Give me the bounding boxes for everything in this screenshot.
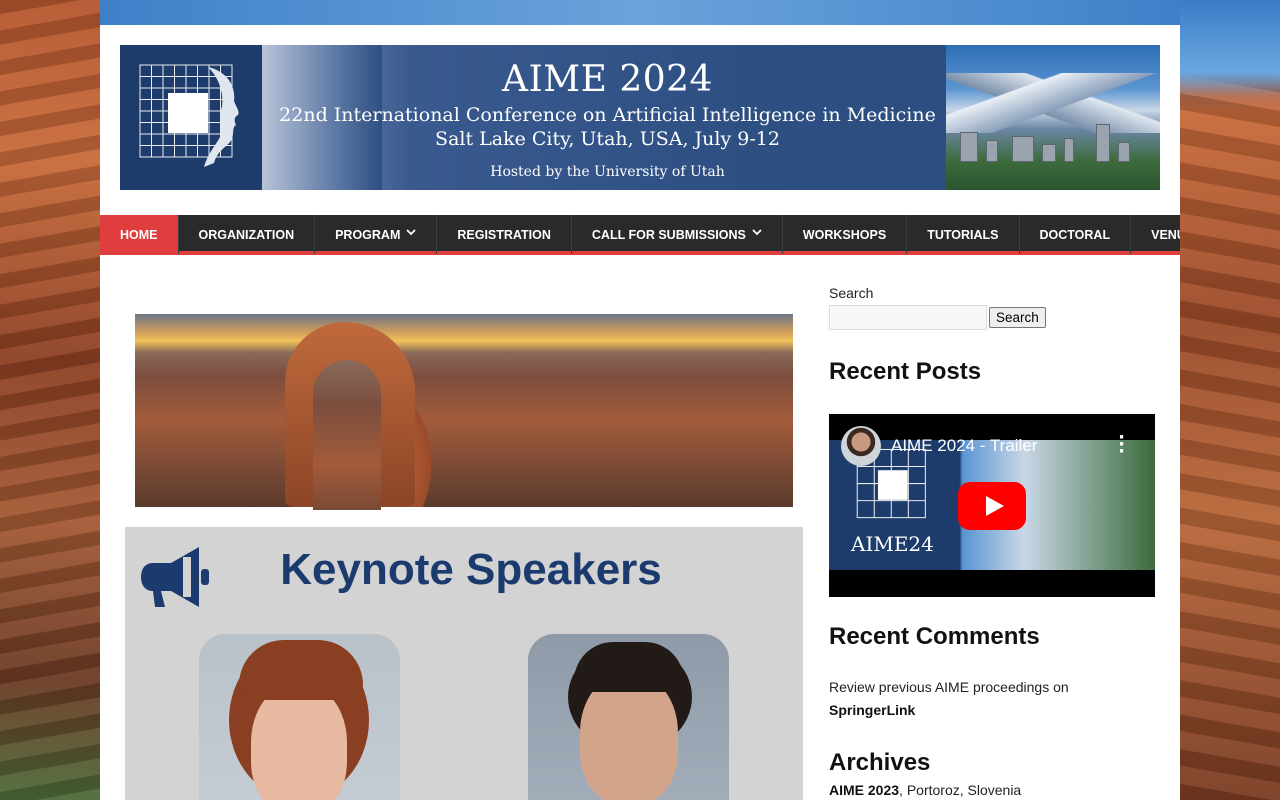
search-label: Search — [829, 285, 874, 301]
nav-item-label: CALL FOR SUBMISSIONS — [591, 227, 746, 242]
comment-text: Review previous AIME proceedings on — [829, 679, 1069, 695]
more-options-icon[interactable]: · · · — [1118, 429, 1125, 461]
nav-item-home[interactable]: HOME — [100, 215, 179, 254]
archive-item: AIME 2023, Portoroz, Slovenia — [829, 779, 1155, 800]
banner-host: Hosted by the University of Utah — [490, 164, 725, 180]
speaker-photo[interactable] — [199, 634, 400, 800]
nav-item-label: HOME — [120, 227, 158, 242]
nav-item-call-for-submissions[interactable]: CALL FOR SUBMISSIONS — [572, 215, 783, 254]
background-canyon-right — [1180, 0, 1280, 800]
youtube-video-embed[interactable]: AIME24 AIME 2024 - Trailer · · · — [829, 414, 1155, 597]
nav-item-workshops[interactable]: WORKSHOPS — [783, 215, 908, 254]
main-navigation: HOME ORGANIZATION PROGRAM REGISTRATION CALL … — [100, 215, 1180, 255]
search-input[interactable] — [829, 305, 987, 330]
nav-item-venue[interactable]: VENUE — [1131, 215, 1180, 254]
recent-comment: Review previous AIME proceedings on Spri… — [829, 676, 1155, 722]
nav-item-label: WORKSHOPS — [802, 227, 887, 242]
sidebar: Search Search Recent Posts AIME24 AIME 2… — [829, 285, 1155, 798]
nav-item-registration[interactable]: REGISTRATION — [437, 215, 572, 254]
nav-item-label: TUTORIALS — [927, 227, 999, 242]
nav-item-program[interactable]: PROGRAM — [315, 215, 438, 254]
chevron-down-icon — [752, 228, 762, 239]
banner-title: AIME 2024 — [502, 59, 713, 100]
salt-lake-city-photo — [946, 45, 1160, 190]
video-title[interactable]: AIME 2024 - Trailer — [891, 436, 1037, 456]
banner-subtitle: 22nd International Conference on Artific… — [279, 104, 936, 126]
keynote-speakers-section: Keynote Speakers — [125, 527, 803, 800]
chevron-down-icon — [406, 228, 417, 239]
channel-avatar[interactable] — [841, 426, 881, 466]
grid-face-icon — [139, 64, 239, 167]
recent-posts-title: Recent Posts — [829, 358, 982, 385]
archives-title: Archives — [829, 749, 931, 776]
video-thumb-label: AIME24 — [851, 532, 934, 556]
archive-link-aime-2023[interactable]: AIME 2023 — [829, 782, 899, 798]
nav-item-label: VENUE — [1151, 227, 1180, 242]
recent-comments-title: Recent Comments — [829, 623, 1040, 650]
speaker-photo[interactable] — [528, 634, 729, 800]
delicate-arch-image — [135, 314, 793, 510]
banner-text: AIME 2024 22nd International Conference … — [270, 45, 945, 190]
nav-item-organization[interactable]: ORGANIZATION — [179, 215, 316, 254]
play-button-icon[interactable] — [958, 482, 1026, 530]
nav-item-doctoral[interactable]: DOCTORAL — [1020, 215, 1132, 254]
page-container: AIME 2024 22nd International Conference … — [100, 25, 1180, 800]
nav-item-label: REGISTRATION — [457, 227, 551, 242]
background-sky — [100, 0, 1180, 25]
search-button[interactable]: Search — [989, 307, 1046, 328]
nav-item-label: ORGANIZATION — [198, 227, 295, 242]
nav-item-label: DOCTORAL — [1039, 227, 1111, 242]
keynote-title: Keynote Speakers — [280, 545, 662, 594]
archive-location: , Portoroz, Slovenia — [899, 782, 1022, 798]
banner-location: Salt Lake City, Utah, USA, July 9-12 — [435, 128, 780, 150]
header-banner[interactable]: AIME 2024 22nd International Conference … — [120, 45, 1160, 190]
nav-item-label: PROGRAM — [335, 227, 401, 242]
background-canyon-left — [0, 0, 100, 800]
springerlink-link[interactable]: SpringerLink — [829, 702, 915, 718]
aime-logo — [120, 45, 262, 190]
nav-item-tutorials[interactable]: TUTORIALS — [907, 215, 1020, 254]
